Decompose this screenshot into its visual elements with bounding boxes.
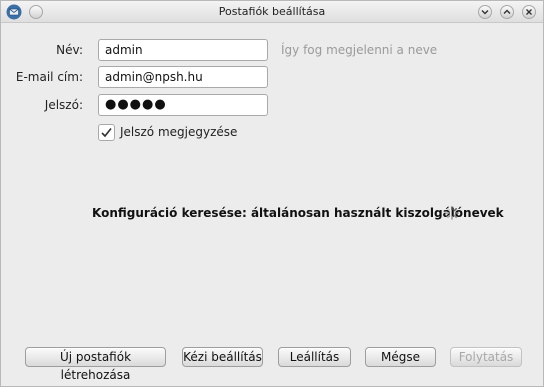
- name-hint: Így fog megjelenni a neve: [281, 43, 438, 57]
- stop-button[interactable]: Leállítás: [278, 347, 351, 367]
- remember-password-checkbox[interactable]: [98, 124, 115, 141]
- password-label: Jelszó:: [44, 98, 83, 112]
- password-input[interactable]: ●●●●●: [98, 94, 268, 116]
- close-icon[interactable]: [522, 5, 536, 19]
- continue-button[interactable]: Folytatás: [450, 347, 522, 367]
- cancel-button[interactable]: Mégse: [365, 347, 436, 367]
- new-account-button[interactable]: Új postafiók létrehozása: [25, 347, 166, 382]
- title-bar[interactable]: Postafiók beállítása: [1, 1, 543, 23]
- window-title: Postafiók beállítása: [218, 5, 326, 18]
- name-input[interactable]: admin: [98, 39, 268, 61]
- account-setup-window: Postafiók beállítása Név: admin Így fog …: [0, 0, 544, 387]
- minimize-icon[interactable]: [478, 5, 492, 19]
- email-label: E-mail cím:: [15, 70, 83, 84]
- manual-setup-button[interactable]: Kézi beállítás: [182, 347, 263, 367]
- spinner-icon: [445, 206, 459, 220]
- email-input[interactable]: admin@npsh.hu: [98, 66, 268, 88]
- remember-password-label[interactable]: Jelszó megjegyzése: [120, 125, 237, 139]
- status-text: Konfiguráció keresése: általánosan haszn…: [92, 206, 504, 220]
- checkmark-icon: [101, 128, 112, 138]
- name-label: Név:: [56, 43, 83, 57]
- maximize-icon[interactable]: [500, 5, 514, 19]
